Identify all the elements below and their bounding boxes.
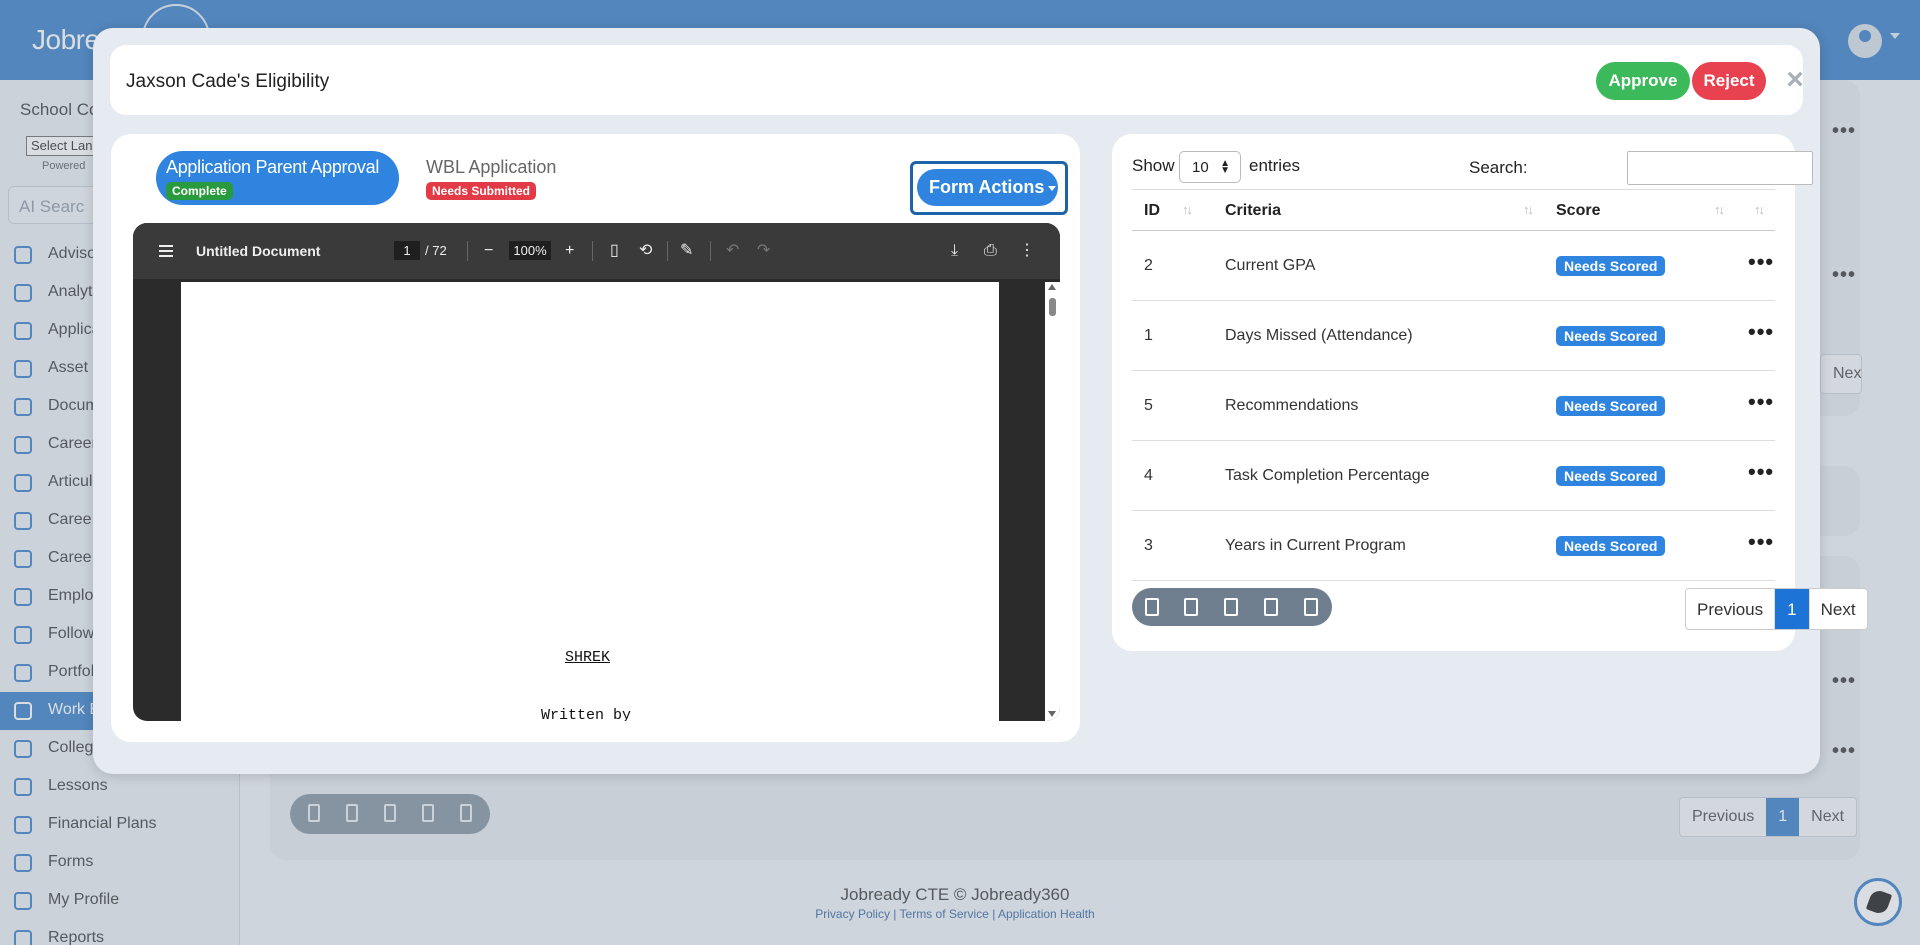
table-row: 3 Years in Current Program Needs Scored ••• <box>1132 511 1775 581</box>
form-actions-focus-ring: Form Actions <box>910 161 1068 215</box>
status-badge: Complete <box>166 182 233 200</box>
cell-id: 1 <box>1144 327 1153 344</box>
modal-header: Jaxson Cade's Eligibility Approve Reject… <box>110 45 1804 115</box>
cell-criteria: Task Completion Percentage <box>1225 467 1430 484</box>
print-icon[interactable] <box>1304 598 1318 616</box>
table-row: 4 Task Completion Percentage Needs Scored •… <box>1132 441 1775 511</box>
more-options-icon[interactable]: ••• <box>1748 319 1774 345</box>
column-score[interactable]: Score <box>1556 202 1600 220</box>
table-row: 1 Days Missed (Attendance) Needs Scored ••• <box>1132 301 1775 371</box>
previous-button[interactable]: Previous <box>1686 589 1776 629</box>
document-title: Untitled Document <box>196 243 321 259</box>
score-badge: Needs Scored <box>1556 396 1666 416</box>
pdf-toolbar: Untitled Document 1 / 72 − 100% + ▯ ⟲ ✎ … <box>133 223 1060 279</box>
excel-icon[interactable] <box>1184 598 1198 616</box>
cell-id: 2 <box>1144 257 1153 274</box>
fit-page-icon[interactable]: ▯ <box>610 242 619 260</box>
score-badge: Needs Scored <box>1556 536 1666 556</box>
score-badge: Needs Scored <box>1556 326 1666 346</box>
page-number-input[interactable]: 1 <box>394 241 420 260</box>
column-id[interactable]: ID <box>1144 202 1160 220</box>
table-header: ID ↑↓ Criteria ↑↓ Score ↑↓ ↑↓ <box>1132 189 1775 231</box>
more-vertical-icon[interactable]: ⋮ <box>1019 242 1035 260</box>
criteria-panel: Show 10 ▲ ▼ entries Search: ID ↑↓ Criteri… <box>1112 134 1868 651</box>
entries-label: entries <box>1249 156 1301 175</box>
sort-icon[interactable]: ↑↓ <box>1523 202 1534 217</box>
divider <box>467 241 468 261</box>
scroll-down-icon[interactable] <box>1048 711 1056 717</box>
pdf-page: SHREK Written by <box>181 282 999 721</box>
tab-label: Application Parent Approval <box>166 157 380 177</box>
zoom-out-icon[interactable]: − <box>484 242 493 260</box>
redo-icon[interactable]: ↷ <box>757 242 770 260</box>
rotate-icon[interactable]: ⟲ <box>639 242 652 260</box>
zoom-input[interactable]: 100% <box>509 241 551 260</box>
next-button[interactable]: Next <box>1808 589 1867 629</box>
sort-icon[interactable]: ↑↓ <box>1754 202 1765 217</box>
more-options-icon[interactable]: ••• <box>1748 249 1774 275</box>
divider <box>667 241 668 261</box>
pdf-viewer: Untitled Document 1 / 72 − 100% + ▯ ⟲ ✎ … <box>133 223 1060 721</box>
cell-criteria: Days Missed (Attendance) <box>1225 327 1413 344</box>
tab-label: WBL Application <box>426 157 557 177</box>
close-icon[interactable]: × <box>1782 65 1808 95</box>
menu-icon[interactable] <box>159 245 173 257</box>
form-actions-label: Form Actions <box>929 177 1045 197</box>
tab-application-parent-approval[interactable]: Application Parent Approval Complete <box>156 151 399 205</box>
undo-icon[interactable]: ↶ <box>726 242 739 260</box>
scroll-up-icon[interactable] <box>1048 284 1056 290</box>
csv-icon[interactable] <box>1224 598 1238 616</box>
show-label: Show <box>1132 156 1175 175</box>
pdf-icon[interactable] <box>1264 598 1278 616</box>
reject-button[interactable]: Reject <box>1692 62 1766 100</box>
entries-value: 10 <box>1192 159 1209 176</box>
divider <box>710 241 711 261</box>
zoom-in-icon[interactable]: + <box>565 242 574 260</box>
sort-arrows-icon: ▲ ▼ <box>1220 158 1230 176</box>
sort-icon[interactable]: ↑↓ <box>1182 202 1193 217</box>
cell-criteria: Current GPA <box>1225 257 1316 274</box>
entries-select[interactable]: 10 ▲ ▼ <box>1179 151 1241 183</box>
more-options-icon[interactable]: ••• <box>1748 459 1774 485</box>
page-total: / 72 <box>425 243 447 258</box>
form-panel: Application Parent Approval Complete WBL… <box>111 134 1080 742</box>
search-input[interactable] <box>1627 151 1813 185</box>
cell-id: 4 <box>1144 467 1153 484</box>
status-badge: Needs Submitted <box>426 182 537 200</box>
cell-id: 3 <box>1144 537 1153 554</box>
more-options-icon[interactable]: ••• <box>1748 529 1774 555</box>
column-criteria[interactable]: Criteria <box>1225 202 1281 220</box>
pdf-scrollbar[interactable] <box>1045 282 1060 721</box>
cell-id: 5 <box>1144 397 1153 414</box>
copy-icon[interactable] <box>1145 598 1159 616</box>
search-label: Search: <box>1469 158 1528 177</box>
score-badge: Needs Scored <box>1556 466 1666 486</box>
export-toolbar <box>1132 588 1332 626</box>
caret-down-icon <box>1048 185 1057 191</box>
eligibility-modal: Jaxson Cade's Eligibility Approve Reject… <box>93 28 1868 774</box>
table-row: 5 Recommendations Needs Scored ••• <box>1132 371 1775 441</box>
cell-criteria: Recommendations <box>1225 397 1359 414</box>
print-icon[interactable]: ⎙ <box>984 242 997 260</box>
page-text: Written by <box>541 707 632 721</box>
divider <box>592 241 593 261</box>
cell-criteria: Years in Current Program <box>1225 537 1406 554</box>
more-options-icon[interactable]: ••• <box>1748 389 1774 415</box>
table-row: 2 Current GPA Needs Scored ••• <box>1132 231 1775 301</box>
pagination: Previous 1 Next <box>1685 588 1868 630</box>
download-icon[interactable]: ⤓ <box>951 242 958 260</box>
score-badge: Needs Scored <box>1556 256 1666 276</box>
scroll-thumb[interactable] <box>1049 298 1056 316</box>
modal-title: Jaxson Cade's Eligibility <box>126 71 330 92</box>
sort-icon[interactable]: ↑↓ <box>1714 202 1725 217</box>
page-1-button[interactable]: 1 <box>1775 589 1809 629</box>
approve-button[interactable]: Approve <box>1596 62 1690 100</box>
tab-wbl-application[interactable]: WBL Application Needs Submitted <box>426 151 576 205</box>
draw-icon[interactable]: ✎ <box>680 242 693 260</box>
page-heading: SHREK <box>565 649 611 666</box>
form-actions-button[interactable]: Form Actions <box>917 169 1058 206</box>
